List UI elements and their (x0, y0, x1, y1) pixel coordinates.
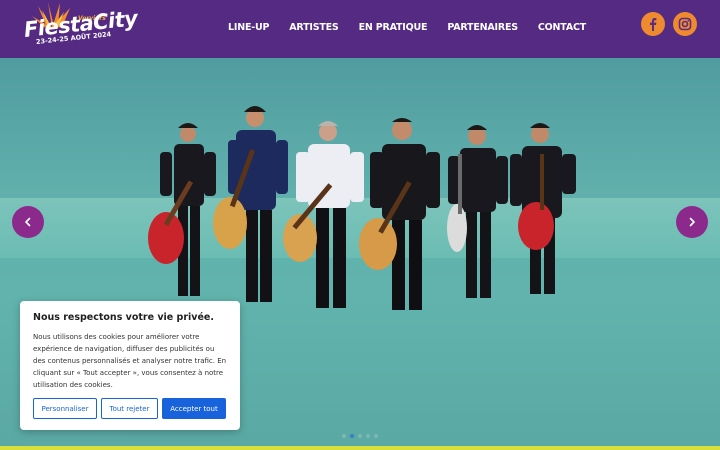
instagram-icon (678, 17, 692, 31)
nav-item-partenaires[interactable]: PARTENAIRES (447, 22, 518, 33)
site-header: Verviers FiestaCity 23-24-25 AOÛT 2024 L… (0, 0, 720, 58)
carousel-prev-button[interactable] (12, 206, 44, 238)
cookie-title: Nous respectons votre vie privée. (33, 312, 214, 323)
chevron-left-icon (25, 217, 31, 227)
carousel-dot-4[interactable] (366, 434, 370, 438)
nav-item-artistes[interactable]: ARTISTES (289, 22, 339, 33)
reject-all-button[interactable]: Tout rejeter (101, 398, 158, 419)
nav-item-contact[interactable]: CONTACT (538, 22, 586, 33)
cookie-buttons: Personnaliser Tout rejeter Accepter tout (33, 398, 226, 419)
carousel-dot-2[interactable] (350, 434, 354, 438)
cookie-consent-banner: Nous respectons votre vie privée. Nous u… (20, 301, 240, 430)
chevron-right-icon (689, 217, 695, 227)
facebook-icon (650, 18, 657, 31)
main-nav: LINE-UP ARTISTES EN PRATIQUE PARTENAIRES… (228, 22, 586, 33)
carousel-pagination (342, 434, 378, 438)
carousel-next-button[interactable] (676, 206, 708, 238)
cookie-text: Nous utilisons des cookies pour améliore… (33, 333, 227, 389)
nav-item-line-up[interactable]: LINE-UP (228, 22, 269, 33)
carousel-dot-1[interactable] (342, 434, 346, 438)
bottom-accent-bar (0, 446, 720, 450)
nav-item-en-pratique[interactable]: EN PRATIQUE (359, 22, 428, 33)
facebook-link[interactable] (641, 12, 665, 36)
fiestacity-logo[interactable]: Verviers FiestaCity 23-24-25 AOÛT 2024 (18, 2, 138, 54)
carousel-dot-5[interactable] (374, 434, 378, 438)
carousel-dot-3[interactable] (358, 434, 362, 438)
instagram-link[interactable] (673, 12, 697, 36)
customize-button[interactable]: Personnaliser (33, 398, 97, 419)
accept-all-button[interactable]: Accepter tout (162, 398, 226, 419)
